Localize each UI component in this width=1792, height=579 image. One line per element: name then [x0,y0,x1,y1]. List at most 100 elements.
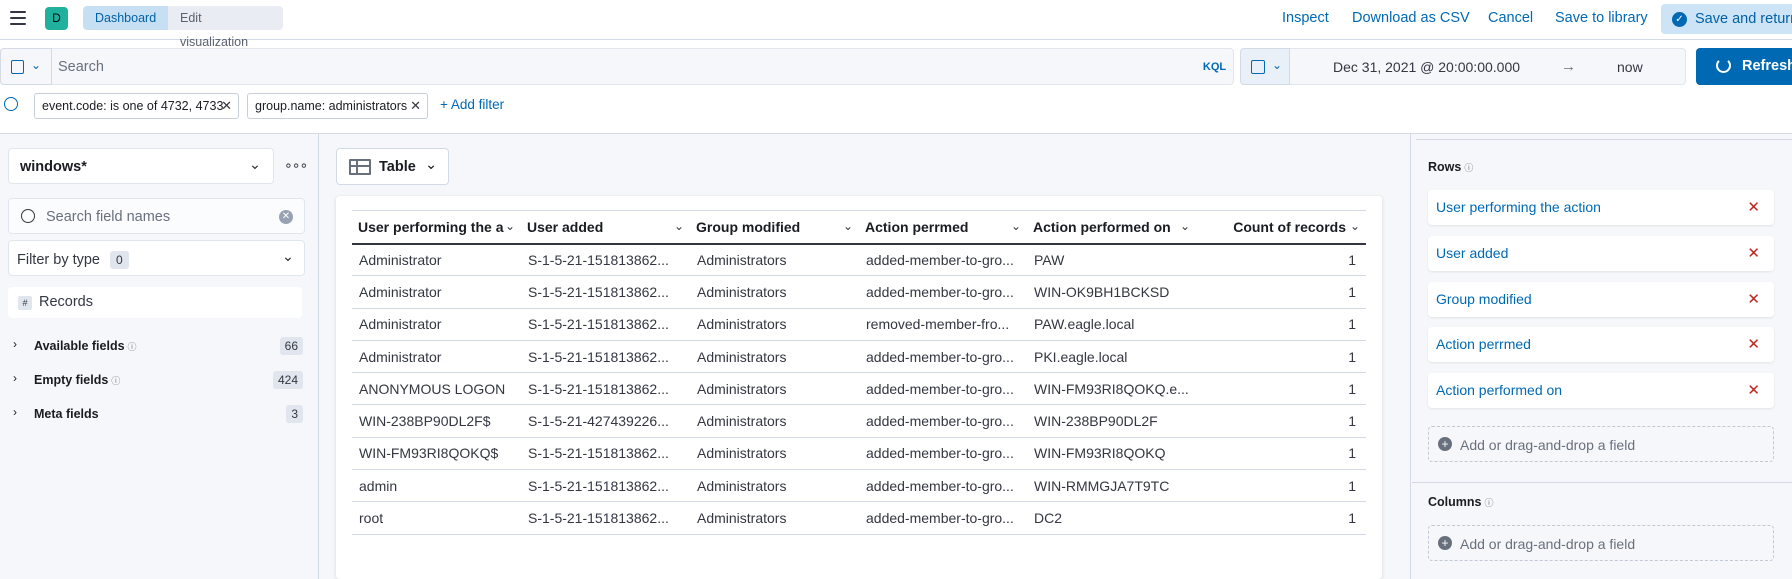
plus-icon: + [1438,536,1452,550]
field-search-input[interactable]: Search field names ✕ [8,198,305,234]
chevron-right-icon: › [13,337,17,351]
group-count: 66 [279,337,303,355]
date-end[interactable]: now [1617,59,1643,75]
table-cell: S-1-5-21-151813862... [521,308,690,341]
dimension-label: User performing the action [1436,199,1601,215]
filter-pill-event-code[interactable]: event.code: is one of 4732, 4733 ✕ [34,93,239,119]
close-icon[interactable]: ✕ [221,94,232,118]
index-pattern-select[interactable]: windows* ⌄ [8,148,274,184]
date-quick-menu-button[interactable]: ⌄ [1240,48,1290,85]
data-table: User performing the a ⌄ User added ⌄ Group… [352,210,1366,535]
dimension-label: Action performed on [1436,382,1563,398]
table-cell: Administrator [352,243,521,277]
table-cell: PKI.eagle.local [1027,340,1196,374]
remove-icon[interactable]: ✕ [1747,290,1760,308]
add-row-field-button[interactable]: + Add or drag-and-drop a field [1428,426,1774,462]
group-label: Meta fields [34,407,99,421]
table-cell: DC2 [1027,501,1196,535]
panel-divider [1410,134,1411,579]
plus-icon: + [1438,437,1452,451]
chevron-down-icon[interactable]: ⌄ [843,219,853,233]
chevron-down-icon[interactable]: ⌄ [674,219,684,233]
remove-icon[interactable]: ✕ [1747,244,1760,262]
space-avatar[interactable]: D [45,7,68,30]
filter-by-type-label: Filter by type [17,252,100,268]
save-and-return-button[interactable]: ✓ Save and return [1661,4,1792,34]
column-header[interactable]: Action perrmed ⌄ [859,210,1027,245]
table-row: Administrator S-1-5-21-151813862... Admini… [352,340,1366,374]
dimension-label: Action perrmed [1436,336,1531,352]
table-cell: 1 [1196,372,1366,406]
chart-type-switch[interactable]: Table ⌄ [336,148,449,185]
chevron-down-icon: ⌄ [31,58,42,72]
available-fields-group[interactable]: › Available fields ⓘ 66 [13,334,303,358]
table-cell: WIN-238BP90DL2F$ [352,404,521,438]
filter-pill-group-name[interactable]: group.name: administrators ✕ [247,93,428,119]
chevron-down-icon[interactable]: ⌄ [505,219,515,233]
table-cell: Administrators [690,275,859,309]
table-cell: added-member-to-gro... [859,340,1027,374]
chevron-down-icon[interactable]: ⌄ [1350,219,1360,233]
close-icon[interactable]: ✕ [410,94,421,118]
download-csv-link[interactable]: Download as CSV [1352,10,1470,26]
column-header[interactable]: User performing the a ⌄ [352,210,521,245]
table-cell: WIN-OK9BH1BCKSD [1027,275,1196,309]
clear-icon[interactable]: ✕ [279,210,293,224]
remove-icon[interactable]: ✕ [1747,198,1760,216]
chart-type-label: Table [379,159,416,175]
refresh-button[interactable]: Refresh [1696,48,1792,85]
top-header: D Dashboard Edit visualization Inspect D… [0,0,1792,49]
records-field[interactable]: # Records [8,287,302,318]
row-dimension-item[interactable]: Action performed on ✕ [1428,373,1774,408]
row-dimension-item[interactable]: User added ✕ [1428,236,1774,271]
chevron-down-icon: ⌄ [248,157,261,173]
column-header[interactable]: Group modified ⌄ [690,210,859,245]
save-to-library-link[interactable]: Save to library [1555,10,1648,26]
table-row: WIN-FM93RI8QOKQ$ S-1-5-21-151813862... Adm… [352,437,1366,471]
saved-query-menu-button[interactable]: ⌄ [0,48,52,85]
more-options-icon[interactable]: ∘∘∘ [284,157,308,177]
table-cell: S-1-5-21-427439226... [521,404,690,438]
columns-title-label: Columns [1428,495,1482,509]
column-header-label: Group modified [696,218,801,235]
menu-icon[interactable] [10,11,26,25]
arrow-right-icon: → [1561,58,1576,75]
add-column-field-button[interactable]: + Add or drag-and-drop a field [1428,525,1774,561]
save-and-return-label: Save and return [1695,11,1792,27]
table-cell: added-member-to-gro... [859,275,1027,309]
number-field-icon: # [18,296,32,310]
column-header[interactable]: User added ⌄ [521,210,690,245]
panel-divider [318,134,319,579]
table-cell: root [352,501,521,535]
remove-icon[interactable]: ✕ [1747,381,1760,399]
row-dimension-item[interactable]: Group modified ✕ [1428,282,1774,317]
table-cell: S-1-5-21-151813862... [521,340,690,374]
index-pattern-label: windows* [20,159,87,175]
table-cell: 1 [1196,501,1366,535]
meta-fields-group[interactable]: › Meta fields 3 [13,402,303,426]
chevron-down-icon: ⌄ [425,157,438,173]
column-header[interactable]: Action performed on ⌄ [1027,210,1196,245]
column-header-label: Count of records [1233,218,1346,235]
search-input[interactable]: Search [52,48,1197,85]
column-header-label: User performing the a [358,218,504,235]
table-cell: S-1-5-21-151813862... [521,469,690,503]
remove-icon[interactable]: ✕ [1747,335,1760,353]
table-cell: WIN-238BP90DL2F [1027,404,1196,438]
date-start[interactable]: Dec 31, 2021 @ 20:00:00.000 [1333,59,1520,75]
chevron-down-icon[interactable]: ⌄ [1011,219,1021,233]
table-row: ANONYMOUS LOGON S-1-5-21-151813862... Admi… [352,372,1366,406]
filter-icon[interactable] [4,97,18,111]
row-dimension-item[interactable]: Action perrmed ✕ [1428,327,1774,362]
column-header[interactable]: Count of records ⌄ [1196,210,1366,245]
add-filter-button[interactable]: + Add filter [440,97,504,112]
row-dimension-item[interactable]: User performing the action ✕ [1428,190,1774,225]
chevron-down-icon[interactable]: ⌄ [1180,219,1190,233]
inspect-link[interactable]: Inspect [1282,10,1329,26]
breadcrumb-dashboard[interactable]: Dashboard [83,6,173,30]
table-cell: admin [352,469,521,503]
filter-by-type-button[interactable]: Filter by type 0 ⌄ [8,240,305,276]
cancel-link[interactable]: Cancel [1488,10,1533,26]
query-language-button[interactable]: KQL [1196,48,1234,85]
empty-fields-group[interactable]: › Empty fields ⓘ 424 [13,368,303,392]
